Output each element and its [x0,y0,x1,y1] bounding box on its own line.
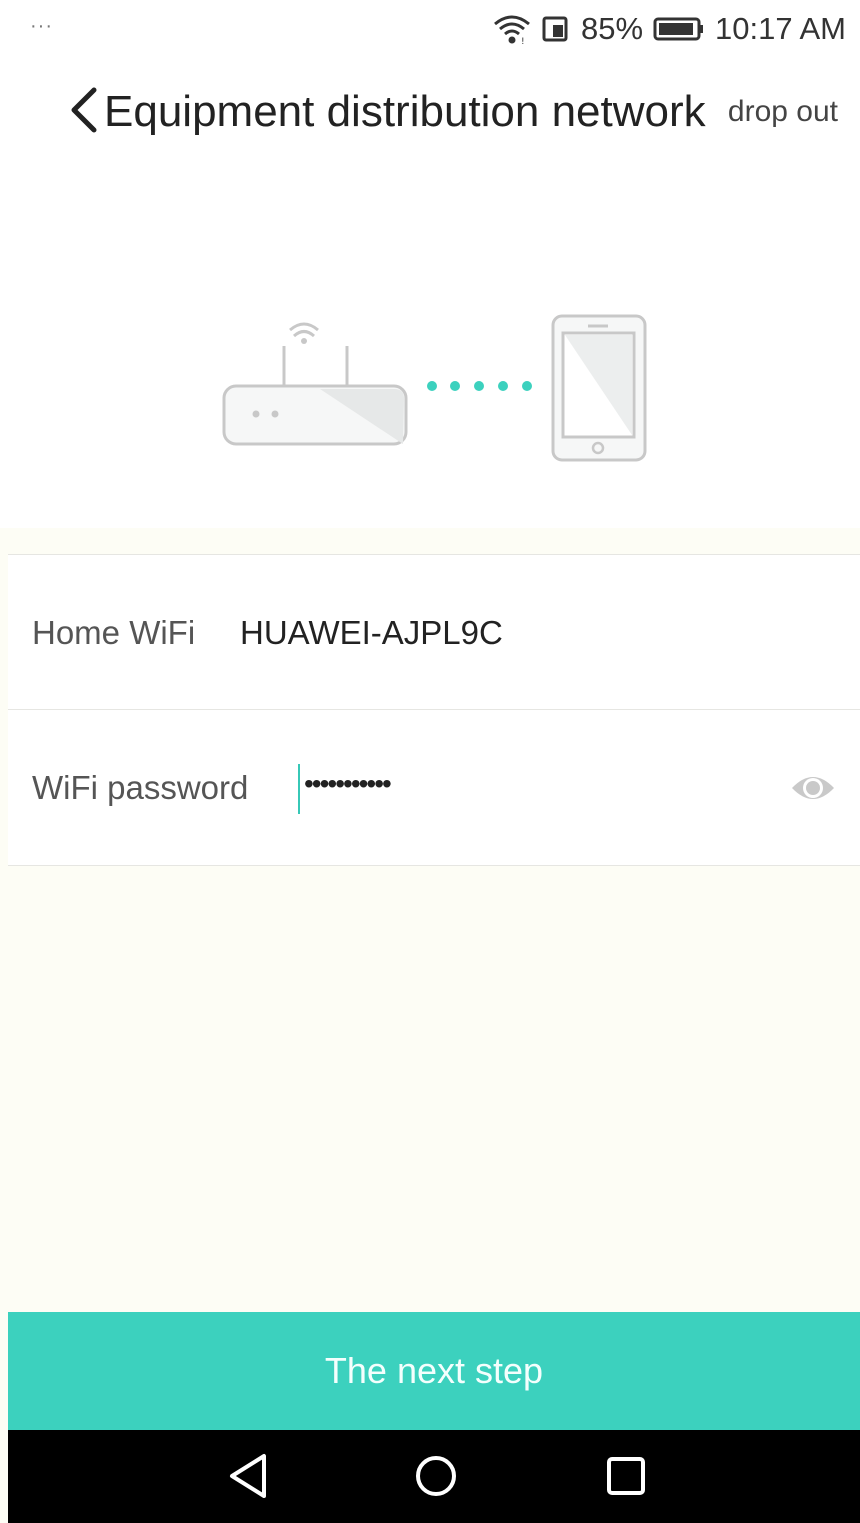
more-notifications: ··· [30,14,53,37]
network-illustration [0,168,860,528]
wifi-icon: ! [494,15,530,45]
home-wifi-label: Home WiFi [32,614,196,651]
next-step-button[interactable]: The next step [8,1312,860,1430]
router-to-phone-graphic [222,314,647,462]
page-title: Equipment distribution network [104,87,706,136]
eye-icon[interactable] [790,768,836,808]
triangle-back-icon[interactable] [226,1452,270,1500]
circle-home-icon[interactable] [412,1452,460,1500]
form-spacer [8,528,860,554]
battery-icon [653,17,704,41]
smartphone-icon [551,314,647,462]
wifi-password-row: WiFi password ••••••••••• [8,710,860,866]
svg-text:!: ! [521,37,525,45]
drop-out-button[interactable]: drop out [728,90,838,134]
top-app-bar: Equipment distribution network drop out [0,58,860,168]
content-background [8,866,860,1312]
text-cursor [298,764,300,814]
screen: ··· ! 85% 10:17 AM Equipment distributio… [0,0,860,1523]
chevron-left-icon[interactable] [64,84,104,136]
sim-card-icon [542,16,568,42]
square-recents-icon[interactable] [604,1452,648,1500]
router-icon [222,322,408,446]
wifi-password-input[interactable]: ••••••••••• [304,762,392,806]
status-bar: ··· ! 85% 10:17 AM [0,0,860,58]
clock: 10:17 AM [715,11,846,46]
wifi-password-label: WiFi password [32,769,249,806]
system-navigation-bar [8,1430,860,1523]
home-wifi-value: HUAWEI-AJPL9C [240,614,503,651]
status-icons: ! 85% 10:17 AM [493,11,846,47]
home-wifi-row[interactable]: Home WiFi HUAWEI-AJPL9C [8,554,860,710]
battery-percent: 85% [580,11,644,46]
connection-dots [427,381,532,391]
